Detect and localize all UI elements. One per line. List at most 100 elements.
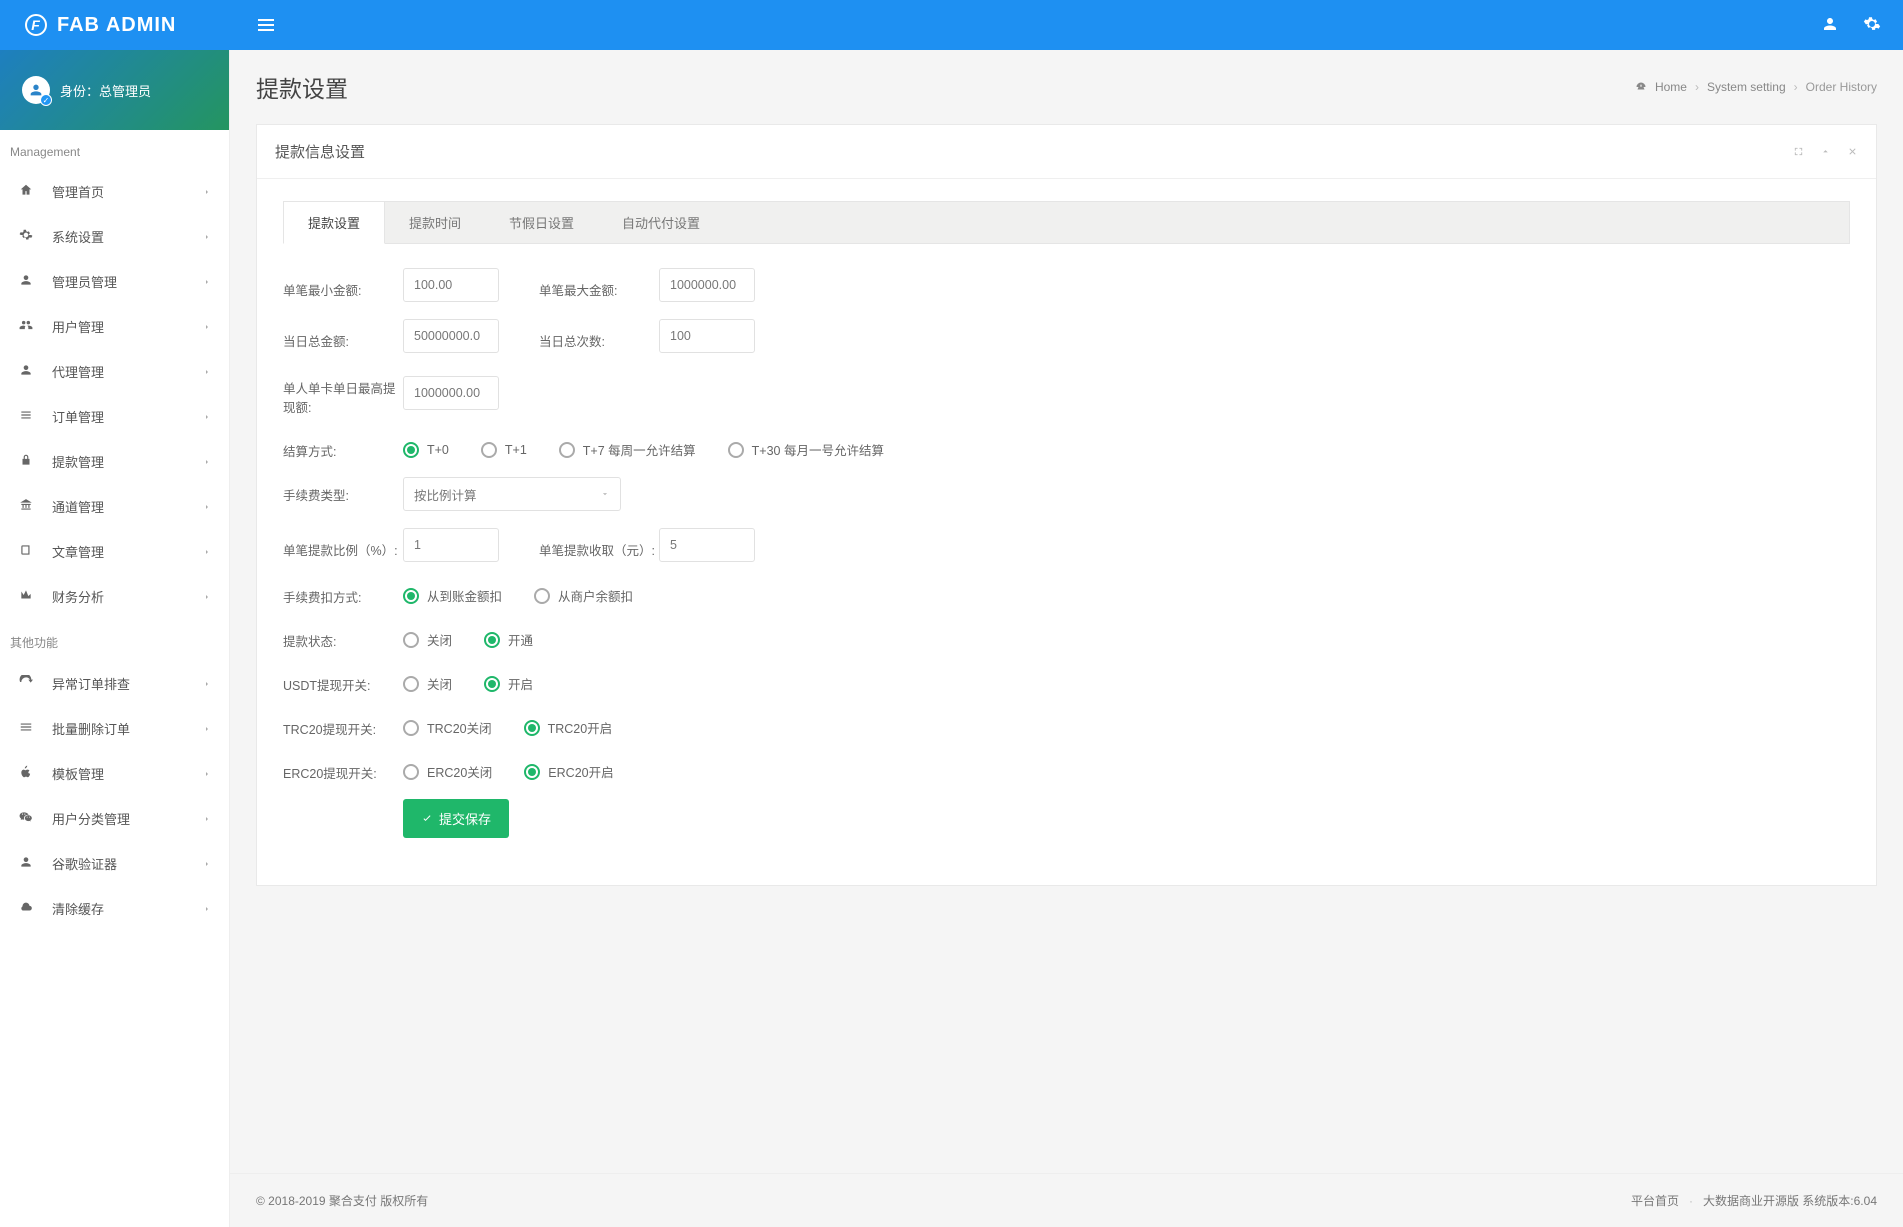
sidebar-toggle[interactable] xyxy=(258,19,274,31)
nav-label: 管理员管理 xyxy=(52,272,185,291)
footer-version: 大数据商业开源版 系统版本:6.04 xyxy=(1703,1192,1877,1209)
max-amount-input[interactable] xyxy=(659,268,755,302)
day-total-input[interactable] xyxy=(403,319,499,353)
nav-label: 用户管理 xyxy=(52,317,185,336)
home-icon xyxy=(18,183,34,200)
sidebar-item-cloud[interactable]: 清除缓存 xyxy=(0,886,229,931)
day-total-label: 当日总金额: xyxy=(283,323,403,350)
trc20-option-1[interactable]: TRC20开启 xyxy=(524,718,613,737)
chevron-right-icon xyxy=(203,184,211,199)
close-icon[interactable] xyxy=(1847,146,1858,157)
fee-deduct-option-1[interactable]: 从商户余额扣 xyxy=(534,586,633,605)
users-icon xyxy=(18,318,34,335)
nav-label: 代理管理 xyxy=(52,362,185,381)
erc20-option-1[interactable]: ERC20开启 xyxy=(524,762,613,781)
submit-label: 提交保存 xyxy=(439,809,491,828)
day-count-input[interactable] xyxy=(659,319,755,353)
nav-label: 财务分析 xyxy=(52,587,185,606)
chevron-right-icon xyxy=(203,319,211,334)
withdraw-status-option-0[interactable]: 关闭 xyxy=(403,630,452,649)
per-card-day-label: 单人单卡单日最高提现额: xyxy=(283,370,403,416)
radio-icon xyxy=(403,676,419,692)
user-icon xyxy=(18,363,34,380)
sidebar-item-bank[interactable]: 通道管理 xyxy=(0,484,229,529)
withdraw-status-option-1[interactable]: 开通 xyxy=(484,630,533,649)
per-card-day-input[interactable] xyxy=(403,376,499,410)
gear-icon[interactable] xyxy=(1863,15,1881,36)
sidebar-item-users[interactable]: 用户管理 xyxy=(0,304,229,349)
settle-mode-option-3[interactable]: T+30 每月一号允许结算 xyxy=(728,440,884,459)
verified-badge-icon: ✓ xyxy=(40,94,52,106)
nav-label: 谷歌验证器 xyxy=(52,854,185,873)
tab-2[interactable]: 节假日设置 xyxy=(485,202,598,243)
breadcrumb: Home › System setting › Order History xyxy=(1635,80,1877,94)
sidebar-item-refresh[interactable]: 异常订单排查 xyxy=(0,661,229,706)
user-icon[interactable] xyxy=(1821,15,1839,36)
tab-3[interactable]: 自动代付设置 xyxy=(598,202,724,243)
cloud-icon xyxy=(18,900,34,917)
userx-icon xyxy=(18,855,34,872)
settle-mode-option-2[interactable]: T+7 每周一允许结算 xyxy=(559,440,696,459)
radio-icon xyxy=(403,588,419,604)
apple-icon xyxy=(18,765,34,782)
sidebar-item-gear[interactable]: 系统设置 xyxy=(0,214,229,259)
sidebar-item-wechat[interactable]: 用户分类管理 xyxy=(0,796,229,841)
trc20-option-0[interactable]: TRC20关闭 xyxy=(403,718,492,737)
chevron-up-icon[interactable] xyxy=(1820,146,1831,157)
chevron-right-icon xyxy=(203,676,211,691)
sidebar-item-home[interactable]: 管理首页 xyxy=(0,169,229,214)
fee-deduct-option-0[interactable]: 从到账金额扣 xyxy=(403,586,502,605)
sidebar-item-book[interactable]: 文章管理 xyxy=(0,529,229,574)
ratio-label: 单笔提款比例（%）: xyxy=(283,532,403,559)
sidebar-item-user[interactable]: 管理员管理 xyxy=(0,259,229,304)
sidebar-item-list[interactable]: 订单管理 xyxy=(0,394,229,439)
radio-icon xyxy=(524,720,540,736)
radio-label: 关闭 xyxy=(427,674,452,693)
tab-0[interactable]: 提款设置 xyxy=(283,201,385,244)
sidebar-item-lock[interactable]: 提款管理 xyxy=(0,439,229,484)
settle-mode-option-1[interactable]: T+1 xyxy=(481,440,527,459)
radio-icon xyxy=(524,764,540,780)
nav-label: 批量删除订单 xyxy=(52,719,185,738)
chevron-right-icon xyxy=(203,274,211,289)
brand-text: FAB ADMIN xyxy=(57,14,176,37)
radio-label: 关闭 xyxy=(427,630,452,649)
tab-1[interactable]: 提款时间 xyxy=(385,202,485,243)
chevron-right-icon xyxy=(203,811,211,826)
nav-label: 异常订单排查 xyxy=(52,674,185,693)
settle-mode-option-0[interactable]: T+0 xyxy=(403,440,449,459)
brand-logo[interactable]: F FAB ADMIN xyxy=(0,14,230,37)
radio-label: T+30 每月一号允许结算 xyxy=(752,440,884,459)
crumb-system[interactable]: System setting xyxy=(1707,80,1786,94)
sidebar-item-apple[interactable]: 模板管理 xyxy=(0,751,229,796)
radio-icon xyxy=(728,442,744,458)
page-title: 提款设置 xyxy=(256,70,348,104)
ratio-input[interactable] xyxy=(403,528,499,562)
burger-icon xyxy=(18,720,34,737)
min-amount-input[interactable] xyxy=(403,268,499,302)
submit-button[interactable]: 提交保存 xyxy=(403,799,509,838)
dashboard-icon xyxy=(1635,81,1647,93)
radio-label: 开启 xyxy=(508,674,533,693)
chevron-right-icon xyxy=(203,229,211,244)
logo-icon: F xyxy=(25,14,47,36)
radio-label: 从到账金额扣 xyxy=(427,586,502,605)
chart-icon xyxy=(18,588,34,605)
expand-icon[interactable] xyxy=(1793,146,1804,157)
fee-type-select[interactable]: 按比例计算 xyxy=(403,477,621,511)
fee-fixed-input[interactable] xyxy=(659,528,755,562)
check-icon xyxy=(421,813,433,825)
lock-icon xyxy=(18,453,34,470)
sidebar-item-user[interactable]: 代理管理 xyxy=(0,349,229,394)
footer-link-home[interactable]: 平台首页 xyxy=(1631,1192,1679,1209)
usdt-switch-option-1[interactable]: 开启 xyxy=(484,674,533,693)
sidebar-item-burger[interactable]: 批量删除订单 xyxy=(0,706,229,751)
chevron-right-icon xyxy=(203,544,211,559)
crumb-home[interactable]: Home xyxy=(1655,80,1687,94)
user-icon xyxy=(18,273,34,290)
sidebar-item-userx[interactable]: 谷歌验证器 xyxy=(0,841,229,886)
erc20-option-0[interactable]: ERC20关闭 xyxy=(403,762,492,781)
usdt-switch-option-0[interactable]: 关闭 xyxy=(403,674,452,693)
nav-label: 模板管理 xyxy=(52,764,185,783)
sidebar-item-chart[interactable]: 财务分析 xyxy=(0,574,229,619)
